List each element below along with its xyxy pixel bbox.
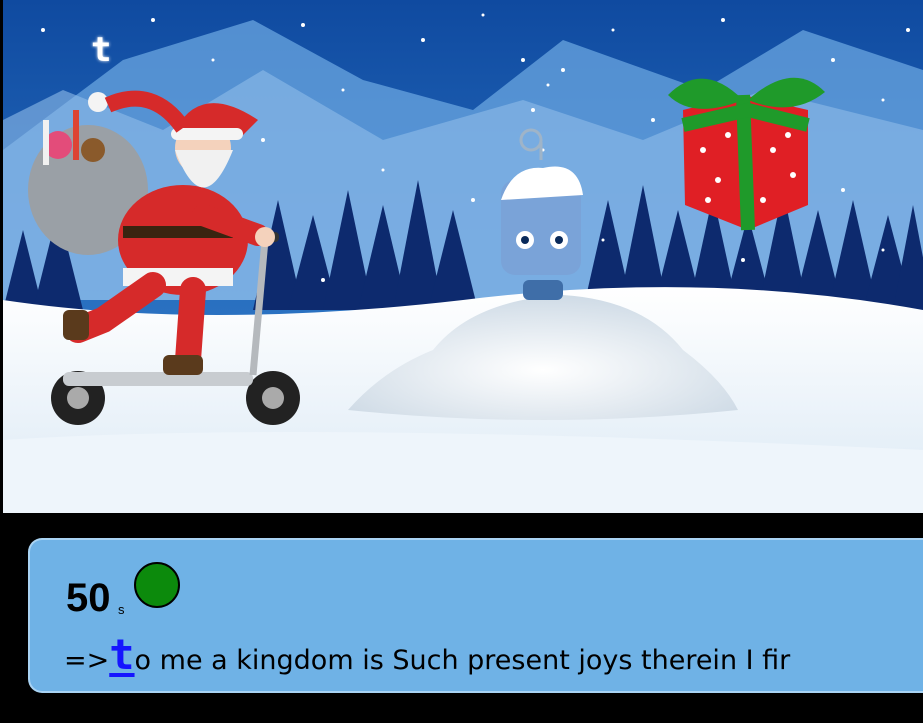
prompt-arrow: => <box>64 645 110 676</box>
gift-box <box>668 77 825 231</box>
timer-value: 50 <box>66 576 111 620</box>
status-indicator <box>134 562 180 608</box>
timer-unit: s <box>118 602 125 617</box>
typed-letter-display: t <box>91 30 112 70</box>
current-letter: t <box>109 630 135 679</box>
typing-panel: 50 s =>to me a kingdom is Such present j… <box>28 538 923 693</box>
game-scene: t <box>3 0 923 513</box>
winter-background <box>3 0 923 513</box>
typing-prompt: =>to me a kingdom is Such present joys t… <box>64 632 790 684</box>
remaining-text: o me a kingdom is Such present joys ther… <box>134 645 791 676</box>
